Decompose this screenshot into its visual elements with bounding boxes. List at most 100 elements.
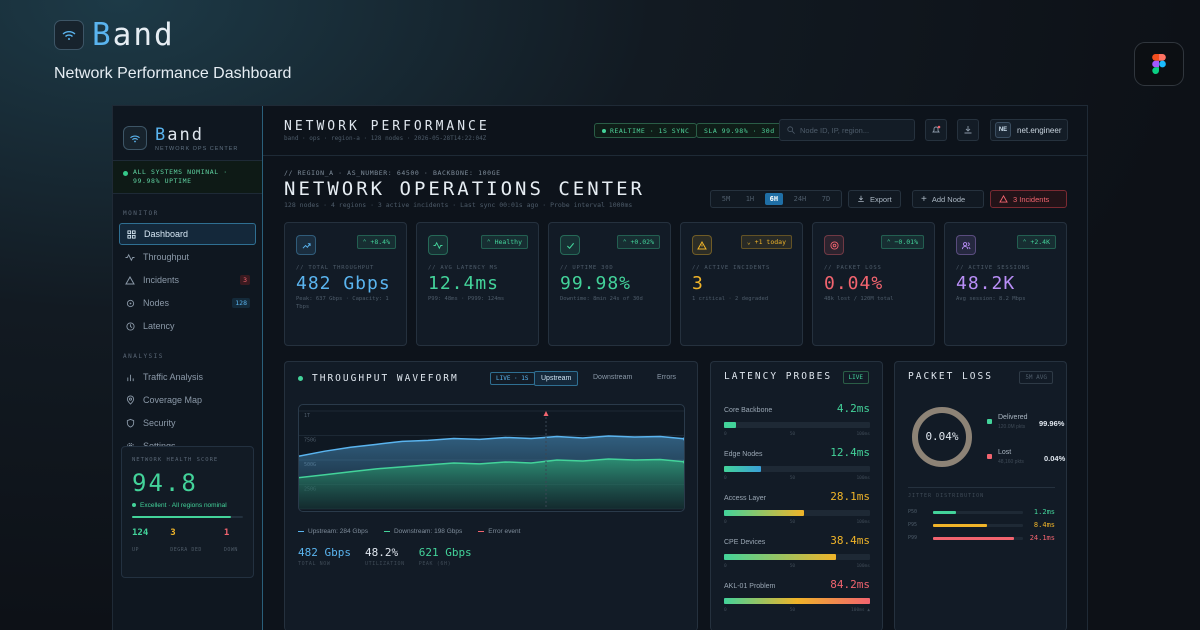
latency-probe[interactable]: CPE Devices 38.4ms 0 50 100ms	[724, 534, 870, 572]
live-dot	[298, 376, 303, 381]
jitter-track	[933, 511, 1023, 514]
latency-probe[interactable]: Edge Nodes 12.4ms 0 50 100ms	[724, 446, 870, 484]
probe-value: 12.4ms	[830, 446, 870, 459]
bar-chart-icon	[125, 372, 135, 382]
segment-upstream[interactable]: Upstream	[534, 371, 579, 386]
jitter-fill	[933, 537, 1014, 540]
probe-track	[724, 510, 870, 516]
sidebar-item-label: Dashboard	[144, 229, 189, 239]
sidebar-item-dashboard[interactable]: Dashboard	[119, 223, 256, 245]
range-option-7d[interactable]: 7D	[817, 193, 835, 205]
download-button[interactable]	[957, 119, 979, 141]
probe-tick: 50	[789, 432, 796, 437]
probe-name: CPE Devices	[724, 539, 766, 546]
page-subtitle: Network Performance Dashboard	[54, 65, 292, 82]
kpi-subtext: 1 critical · 2 degraded	[692, 296, 769, 302]
legend-swatch	[298, 530, 304, 533]
packet-loss-title: PACKET LOSS	[908, 371, 993, 382]
kpi-card[interactable]: ⌃ +8.4% // TOTAL THROUGHPUT 482 Gbps Peak: …	[284, 222, 407, 346]
sidebar-item-security[interactable]: Security	[119, 412, 256, 434]
probe-fill	[724, 422, 736, 428]
topbar-subtitle: band · ops · region-a · 128 nodes · 2026…	[284, 135, 487, 142]
sidebar-item-nodes[interactable]: Nodes 128	[119, 292, 256, 314]
health-bar	[132, 516, 243, 518]
sidebar-item-coverage-map[interactable]: Coverage Map	[119, 389, 256, 411]
throughput-stats: 482 Gbps TOTAL NOW 48.2% UTILIZATION 621 Gbp…	[298, 546, 472, 567]
probe-fill	[724, 510, 805, 516]
range-option-24h[interactable]: 24H	[789, 193, 812, 205]
warning-icon	[692, 235, 712, 255]
add-node-button[interactable]: + Add Node	[912, 190, 984, 208]
kpi-card[interactable]: ⌃ +0.02% // UPTIME 30D 99.98% Downtime: 8mi…	[548, 222, 671, 346]
segment-errors[interactable]: Errors	[651, 371, 682, 384]
sidebar-brand: Band NETWORK OPS CENTER	[113, 106, 262, 156]
user-menu[interactable]: NE net.engineer	[990, 119, 1068, 141]
donut-center: 0.04%	[925, 430, 959, 443]
sidebar-item-label: Traffic Analysis	[143, 372, 204, 382]
probe-name: Edge Nodes	[724, 451, 763, 458]
range-option-6h[interactable]: 6H	[764, 193, 784, 205]
health-label: NETWORK HEALTH SCORE	[132, 457, 219, 463]
jitter-title: JITTER DISTRIBUTION	[908, 493, 985, 499]
probe-tick: 0	[724, 520, 727, 525]
range-option-5m[interactable]: 5M	[717, 193, 735, 205]
throughput-stat: 482 Gbps TOTAL NOW	[298, 546, 351, 567]
region-breadcrumb: // REGION_A · AS_NUMBER: 64500 · BACKBON…	[284, 169, 501, 177]
search-input[interactable]: Node ID, IP, region...	[779, 119, 915, 141]
export-button[interactable]: Export	[848, 190, 901, 208]
packet-loss-panel: PACKET LOSS 5M AVG 0.04% Delivered 120.0…	[894, 361, 1067, 630]
kpi-change: ⌄ +1 today	[740, 235, 792, 249]
latency-probe[interactable]: Access Layer 28.1ms 0 50 100ms	[724, 490, 870, 528]
trending-up-icon	[296, 235, 316, 255]
notifications-button[interactable]	[925, 119, 947, 141]
probe-tick: 100ms	[856, 432, 870, 437]
sidebar-item-incidents[interactable]: Incidents 3	[119, 269, 256, 291]
shield-icon	[125, 418, 135, 428]
time-range-selector[interactable]: 5M 1H 6H 24H 7D	[710, 190, 842, 208]
sidebar-item-label: Latency	[143, 321, 175, 331]
probe-track	[724, 554, 870, 560]
kpi-card[interactable]: ⌃ −0.01% // PACKET LOSS 0.04% 48k lost / 12…	[812, 222, 935, 346]
kpi-label: // UPTIME 30D	[560, 265, 614, 271]
kpi-card[interactable]: ⌄ +1 today // ACTIVE INCIDENTS 3 1 critical…	[680, 222, 803, 346]
probe-track	[724, 466, 870, 472]
kpi-value: 482 Gbps	[296, 273, 391, 294]
sidebar: Band NETWORK OPS CENTER ALL SYSTEMS NOMI…	[113, 106, 263, 630]
probe-value: 28.1ms	[830, 490, 870, 503]
incidents-button[interactable]: 3 Incidents	[990, 190, 1067, 208]
probe-tick: 100ms	[856, 476, 870, 481]
range-option-1h[interactable]: 1H	[741, 193, 759, 205]
kpi-subtext: Downtime: 8min 24s of 30d	[560, 296, 643, 302]
page-meta: 128 nodes · 4 regions · 3 active inciden…	[284, 201, 633, 209]
latency-panel: LATENCY PROBES LIVE Core Backbone 4.2ms 0 5…	[710, 361, 883, 630]
jitter-row: P95 8.4ms	[908, 521, 1055, 529]
latency-probe[interactable]: AKL-01 Problem 84.2ms 0 50 100ms ▲	[724, 578, 870, 616]
sidebar-item-latency[interactable]: Latency	[119, 315, 256, 337]
legend-item: Upstream: 284 Gbps	[298, 528, 368, 535]
probe-tick: 0	[724, 608, 727, 613]
latency-title: LATENCY PROBES	[724, 371, 833, 382]
sidebar-item-throughput[interactable]: Throughput	[119, 246, 256, 268]
sidebar-item-traffic-analysis[interactable]: Traffic Analysis	[119, 366, 256, 388]
segment-downstream[interactable]: Downstream	[587, 371, 638, 384]
jitter-track	[933, 524, 1023, 527]
sidebar-item-label: Security	[143, 418, 176, 428]
kpi-card[interactable]: ⌃ +2.4K // ACTIVE SESSIONS 48.2K Avg sessio…	[944, 222, 1067, 346]
throughput-chart: 1T750G500G250G0	[299, 410, 684, 510]
figma-icon[interactable]	[1134, 42, 1184, 86]
bell-icon	[932, 125, 941, 133]
kpi-card[interactable]: ⌃ Healthy // AVG LATENCY MS 12.4ms P99: 48m…	[416, 222, 539, 346]
count-badge: 128	[232, 298, 250, 308]
probe-tick: 100ms	[856, 564, 870, 569]
kpi-change: ⌃ +0.02%	[616, 235, 660, 249]
section-monitor: MONITOR	[123, 210, 159, 217]
jitter-row: P50 1.2ms	[908, 508, 1055, 516]
live-badge: LIVE · 1S	[490, 372, 535, 385]
plus-icon: +	[921, 193, 927, 205]
y-tick-label: 750G	[304, 438, 316, 444]
latency-probe[interactable]: Core Backbone 4.2ms 0 50 100ms	[724, 402, 870, 440]
throughput-stat: 48.2% UTILIZATION	[364, 546, 405, 567]
kpi-subtext: 48k lost / 120M total	[824, 296, 894, 302]
throughput-stat: 621 Gbps PEAK (6H)	[418, 546, 472, 567]
error-event-marker	[543, 411, 549, 416]
